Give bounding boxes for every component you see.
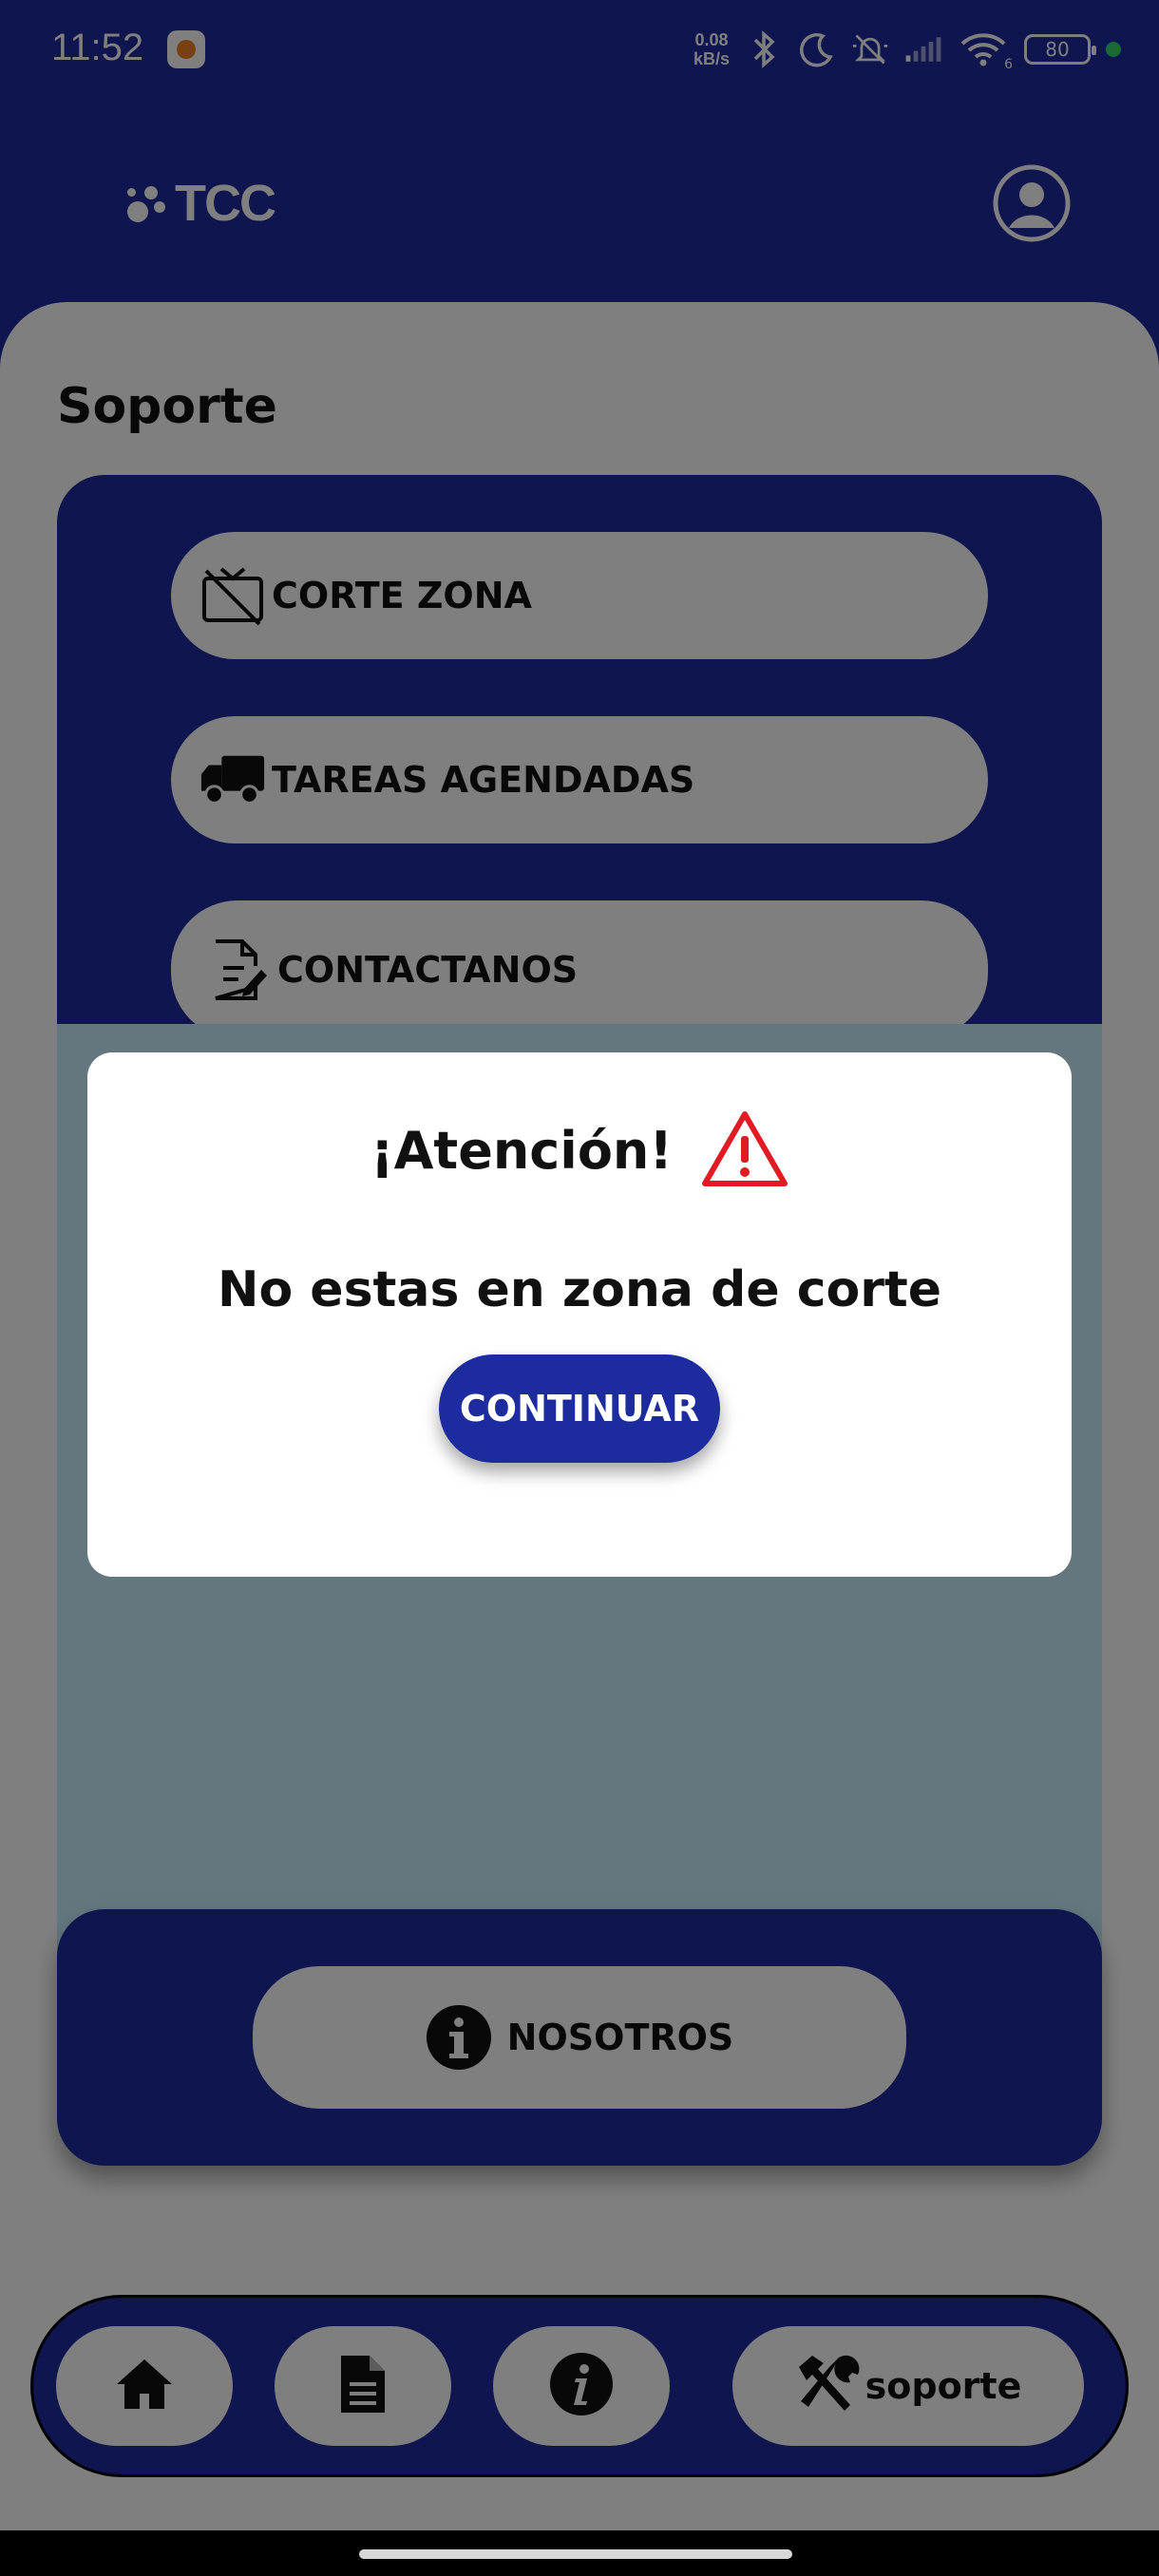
dialog-header: ¡Atención!	[87, 1109, 1072, 1191]
dialog-title: ¡Atención!	[370, 1120, 673, 1181]
alert-dialog: ¡Atención! No estas en zona de corte CON…	[87, 1052, 1072, 1577]
system-navigation-bar	[0, 2530, 1159, 2576]
home-gesture-handle[interactable]	[359, 2549, 792, 2559]
dialog-message: No estas en zona de corte	[217, 1261, 942, 1318]
continue-button[interactable]: CONTINUAR	[439, 1354, 720, 1463]
warning-triangle-icon	[701, 1109, 788, 1191]
